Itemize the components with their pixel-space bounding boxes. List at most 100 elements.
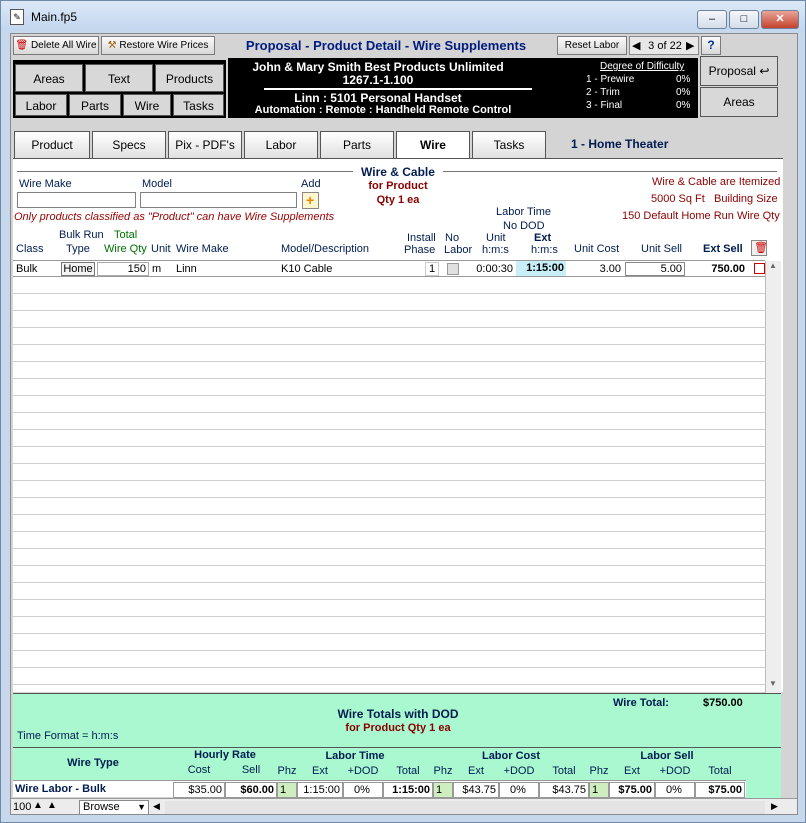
col-unit: Unit [151, 243, 171, 255]
mode-value: Browse [83, 801, 120, 813]
grid-line [13, 684, 765, 685]
add-button[interactable]: + [302, 192, 319, 209]
wire-totals-sub: for Product Qty 1 ea [345, 722, 451, 734]
lc-ext-header: Ext [468, 765, 484, 777]
row-phase[interactable]: 1 [425, 262, 439, 276]
horizontal-scrollbar[interactable] [165, 801, 765, 814]
nav-wire-button[interactable]: Wire [123, 94, 171, 116]
itemized-note: Wire & Cable are Itemized [652, 176, 781, 188]
row-unit-time: 0:00:30 [476, 263, 513, 275]
delete-all-wire-label: Delete All Wire [30, 40, 97, 51]
labor-sell-header: Labor Sell [640, 750, 694, 762]
zoom-level[interactable]: 100 [13, 801, 31, 813]
col-no: No [445, 232, 460, 244]
row-unit-sell-input[interactable]: 5.00 [625, 262, 685, 276]
model-label: Model [142, 178, 172, 190]
next-record-icon[interactable]: ▶ [686, 39, 694, 52]
record-navigator: ◀ 3 of 22 ▶ [629, 36, 699, 55]
tab-labor[interactable]: Labor [244, 131, 318, 158]
tab-parts[interactable]: Parts [320, 131, 394, 158]
row-qty-input[interactable]: 150 [97, 262, 149, 276]
wire-supplement-note: Only products classified as "Product" ca… [14, 211, 335, 223]
title-bar[interactable]: ✎ Main.fp5 – □ ✕ [1, 1, 805, 31]
row-type[interactable]: Home [61, 262, 95, 276]
col-ext-hms-top: Ext [534, 232, 552, 244]
document-icon: ✎ [10, 9, 24, 25]
nav-products-button[interactable]: Products [155, 64, 224, 92]
row-delete-checkbox[interactable] [754, 263, 765, 274]
col-ext-sell: Ext Sell [703, 243, 743, 255]
tab-wire[interactable]: Wire [396, 131, 470, 160]
zoom-in-icon[interactable]: ▲ [47, 800, 57, 811]
summary-lc-ext: $43.75 [453, 782, 499, 798]
col-class: Class [16, 243, 44, 255]
plus-icon: + [306, 192, 315, 208]
ls-phz-header: Phz [589, 765, 609, 777]
wire-section-title: Wire & Cable [361, 165, 435, 179]
col-unit-hms-bottom: h:m:s [482, 244, 509, 256]
delete-column-button[interactable]: 🗑 [751, 240, 768, 256]
wire-total-label: Wire Total: [613, 697, 669, 709]
mode-select[interactable]: Browse ▼ [79, 800, 149, 814]
difficulty-trim-value: 0% [676, 87, 691, 98]
hscroll-right-icon[interactable]: ▶ [771, 801, 778, 812]
row-scrollbar[interactable]: ▲ ▼ [765, 261, 781, 693]
scroll-down-icon[interactable]: ▼ [769, 679, 777, 688]
col-install: Install [407, 232, 436, 244]
row-unit: m [152, 263, 162, 275]
grid-line [13, 429, 765, 430]
difficulty-prewire-label: 1 - Prewire [586, 74, 635, 85]
model-input[interactable] [140, 192, 297, 208]
tab-specs[interactable]: Specs [92, 131, 166, 158]
right-areas-button[interactable]: Areas [700, 87, 778, 117]
trash-icon: 🗑 [15, 40, 29, 51]
grid-line [13, 667, 765, 668]
reset-labor-button[interactable]: Reset Labor [557, 36, 627, 55]
wire-title-rule-left [17, 171, 353, 172]
delete-all-wire-button[interactable]: 🗑 Delete All Wire [13, 36, 99, 55]
grid-line [13, 650, 765, 651]
nav-labor-button[interactable]: Labor [15, 94, 67, 116]
scroll-up-icon[interactable]: ▲ [769, 261, 777, 270]
summary-ls-ext: $75.00 [609, 782, 655, 798]
page-title: Proposal - Product Detail - Wire Supplem… [245, 38, 527, 53]
building-size-label: Building Size [714, 193, 778, 205]
nav-parts-button[interactable]: Parts [69, 94, 121, 116]
table-row[interactable]: Bulk Home 150 m Linn K10 Cable 1 0:00:30… [13, 260, 765, 277]
close-button[interactable]: ✕ [761, 10, 799, 29]
labor-time-label: Labor Time [496, 206, 552, 218]
proposal-label: Proposal [708, 64, 756, 78]
labor-summary-table: Wire Type Hourly Rate Cost Sell Labor Ti… [13, 747, 781, 798]
minimize-button[interactable]: – [697, 10, 727, 29]
wire-make-label: Wire Make [19, 178, 72, 190]
summary-lc-total: $43.75 [539, 782, 589, 798]
nav-text-button[interactable]: Text [85, 64, 153, 92]
prev-record-icon[interactable]: ◀ [632, 39, 640, 52]
col-labor: Labor [444, 244, 473, 256]
nav-areas-button[interactable]: Areas [15, 64, 83, 92]
help-button[interactable]: ? [701, 36, 721, 55]
zoom-out-icon[interactable]: ▲ [33, 800, 43, 811]
product-line: Linn : 5101 Personal Handset [294, 91, 462, 105]
grid-line [13, 480, 765, 481]
tab-pix-pdfs[interactable]: Pix - PDF's [168, 131, 242, 158]
rate-cost-header: Cost [187, 764, 211, 776]
tab-tasks[interactable]: Tasks [472, 131, 546, 158]
row-no-labor-checkbox[interactable] [447, 263, 459, 275]
maximize-button[interactable]: □ [729, 10, 759, 29]
tab-product[interactable]: Product [14, 131, 90, 158]
header-divider [264, 88, 532, 90]
hscroll-left-icon[interactable]: ◀ [153, 801, 160, 812]
summary-lt-dod: 0% [343, 782, 383, 798]
content-area: 🗑 Delete All Wire ⚒ Restore Wire Prices … [10, 33, 798, 815]
wire-title-rule-right [443, 171, 777, 172]
grid-line [13, 565, 765, 566]
nav-tasks-button[interactable]: Tasks [173, 94, 224, 116]
restore-wire-prices-label: Restore Wire Prices [119, 40, 209, 51]
qty-label: Qty 1 ea [376, 194, 420, 206]
proposal-button[interactable]: Proposal ↩ [700, 56, 778, 86]
grid-line [13, 582, 765, 583]
wire-make-input[interactable] [17, 192, 136, 208]
client-line: John & Mary Smith Best Products Unlimite… [252, 60, 504, 74]
restore-wire-prices-button[interactable]: ⚒ Restore Wire Prices [101, 36, 215, 55]
